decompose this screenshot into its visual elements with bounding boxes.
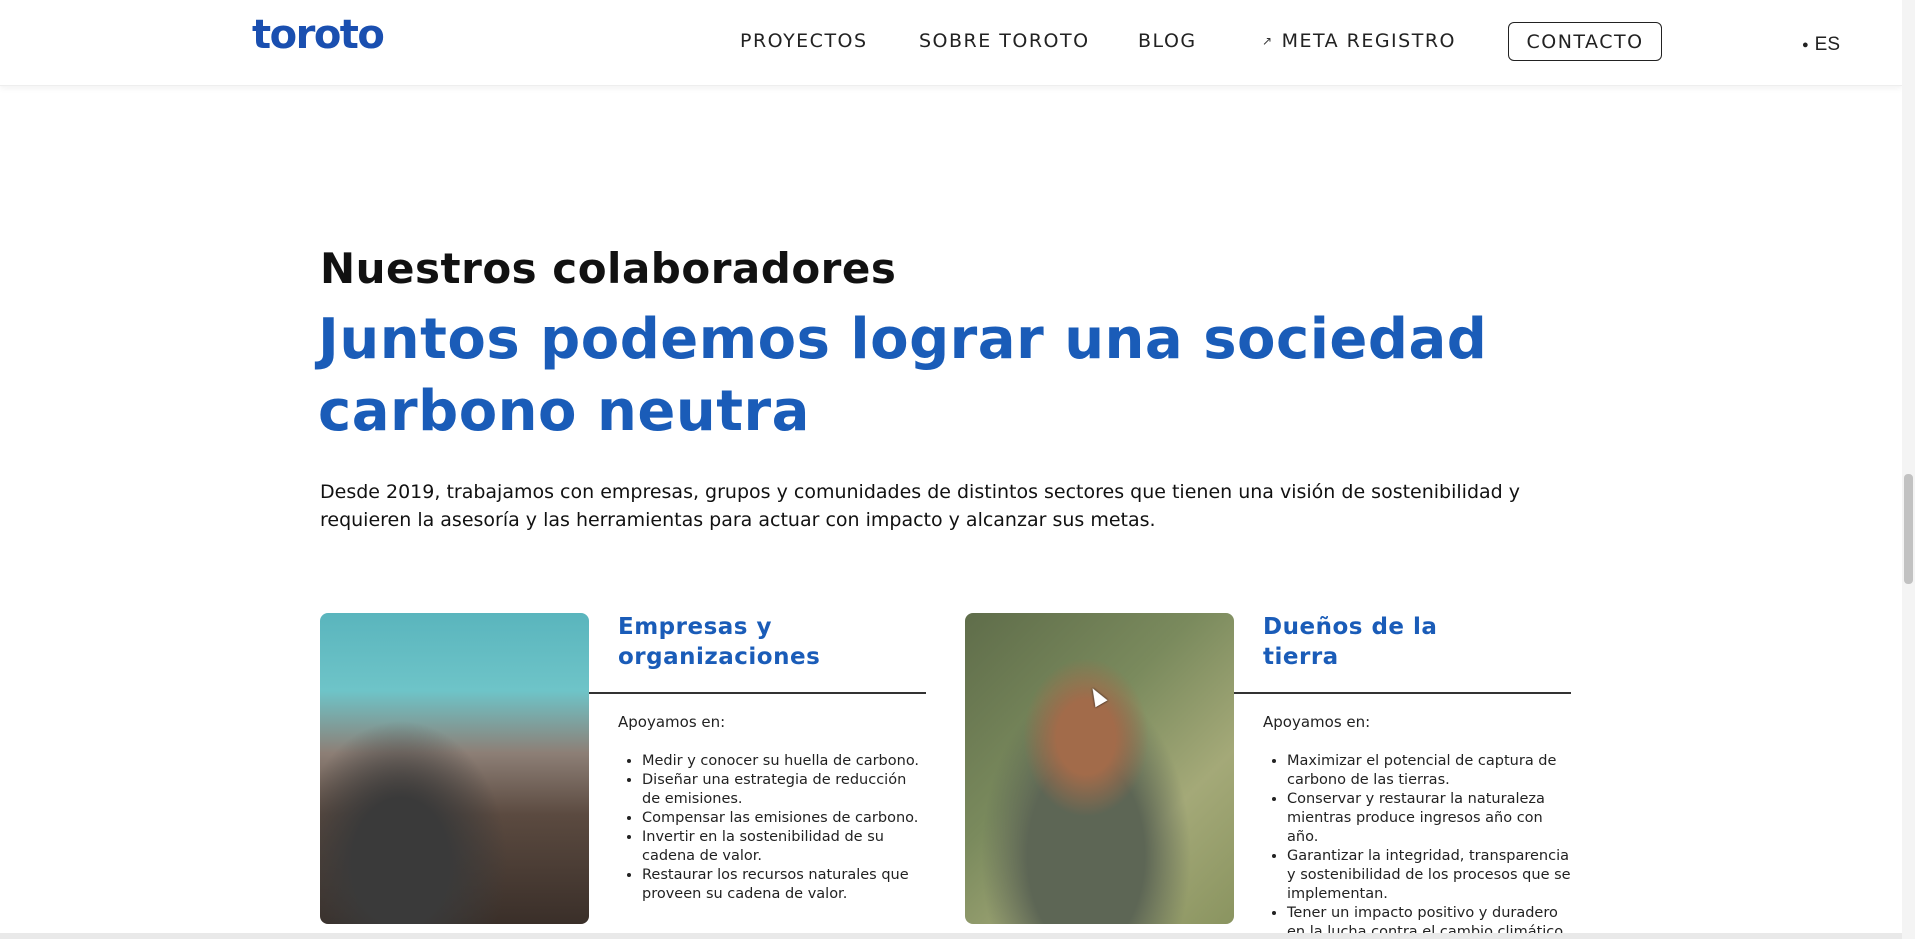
section-description: Desde 2019, trabajamos con empresas, gru… xyxy=(320,481,1521,531)
card-list-empresas: Medir y conocer su huella de carbono. Di… xyxy=(618,752,923,904)
card-list-duenos: Maximizar el potencial de captura de car… xyxy=(1263,752,1573,939)
language-label: ES xyxy=(1814,34,1841,55)
bottom-edge xyxy=(0,933,1902,939)
nav-item-meta-registro[interactable]: ↗ META REGISTRO xyxy=(1262,30,1456,52)
card-divider xyxy=(1234,692,1571,694)
list-item: Invertir en la sostenibilidad de su cade… xyxy=(642,828,923,866)
nav-item-blog[interactable]: BLOG xyxy=(1138,30,1197,52)
site-header: toroto PROYECTOS SOBRE TOROTO BLOG ↗ META… xyxy=(0,0,1902,86)
list-item: Compensar las emisiones de carbono. xyxy=(642,809,923,828)
list-item: Diseñar una estrategia de reducción de e… xyxy=(642,771,923,809)
farmer-image xyxy=(965,613,1234,924)
office-workers-image xyxy=(320,613,589,924)
nav-item-meta-registro-label: META REGISTRO xyxy=(1281,30,1456,52)
list-item: Restaurar los recursos naturales que pro… xyxy=(642,866,923,904)
card-title-empresas: Empresas y organizaciones xyxy=(618,614,821,670)
list-item: Conservar y restaurar la naturaleza mien… xyxy=(1287,790,1573,847)
card-title-duenos: Dueños de la tierra xyxy=(1263,614,1438,670)
list-item: Medir y conocer su huella de carbono. xyxy=(642,752,923,771)
nav-item-sobre-toroto[interactable]: SOBRE TOROTO xyxy=(919,30,1090,52)
scrollbar-thumb[interactable] xyxy=(1904,474,1913,584)
section-kicker: Nuestros colaboradores xyxy=(320,244,897,293)
nav-item-proyectos[interactable]: PROYECTOS xyxy=(740,30,868,52)
list-item: Garantizar la integridad, transparencia … xyxy=(1287,847,1573,904)
card-intro: Apoyamos en: xyxy=(1263,713,1371,731)
card-divider xyxy=(589,692,926,694)
toroto-logo[interactable]: toroto xyxy=(252,12,385,58)
contact-button[interactable]: CONTACTO xyxy=(1508,22,1662,61)
section-title: Juntos podemos lograr una sociedad carbo… xyxy=(318,307,1488,444)
card-intro: Apoyamos en: xyxy=(618,713,726,731)
list-item: Maximizar el potencial de captura de car… xyxy=(1287,752,1573,790)
chat-bubble-icon: ● xyxy=(1802,39,1809,51)
language-selector[interactable]: ● ES xyxy=(1802,34,1840,56)
external-link-icon: ↗ xyxy=(1262,34,1274,48)
scrollbar-track[interactable] xyxy=(1902,0,1915,939)
